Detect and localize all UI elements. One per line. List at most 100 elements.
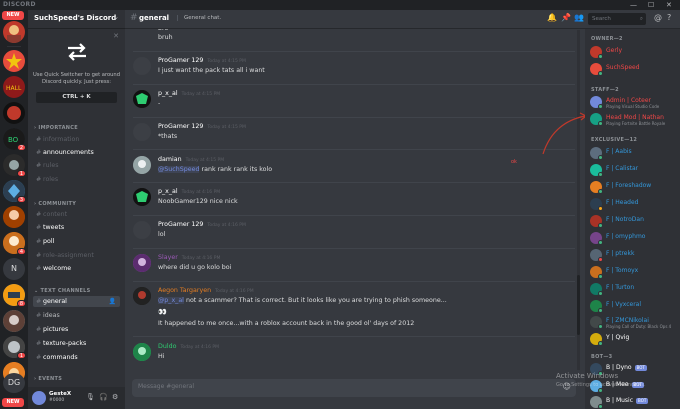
message-author[interactable]: damian Today at 4:15 PM (158, 156, 224, 163)
member-item[interactable]: Y | Qvig (590, 332, 678, 347)
guild-avatar[interactable]: 3 (3, 180, 26, 203)
hash-icon: # (130, 13, 138, 23)
category-text-channels[interactable]: ⌄ TEXT CHANNELS (34, 288, 91, 294)
gear-icon[interactable]: ⚙ (112, 393, 118, 401)
message-author[interactable]: Slayer Today at 4:16 PM (158, 254, 220, 261)
member-item[interactable]: F | Foreshadow (590, 180, 678, 195)
close-icon[interactable]: ✕ (666, 1, 672, 9)
message-author[interactable]: ProGamer 129 Today at 4:15 PM (158, 123, 246, 130)
message-author[interactable]: ProGamer 129 Today at 4:15 PM (158, 57, 246, 64)
channel-general[interactable]: # general 👤 (33, 296, 120, 307)
message-input[interactable]: Message #general ☺ (132, 379, 576, 397)
category-label: COMMUNITY (38, 201, 77, 207)
at-icon[interactable]: @ (654, 13, 662, 22)
category-community[interactable]: › COMMUNITY (34, 201, 76, 207)
channel-content[interactable]: # content (33, 209, 120, 220)
member-item[interactable]: SuchSpeed (590, 62, 678, 77)
message-author[interactable]: ProGamer 129 Today at 4:16 PM (158, 221, 246, 228)
microphone-icon[interactable]: 🎙 (86, 393, 95, 401)
chevron-down-icon[interactable]: ⌄ (113, 13, 119, 21)
message-author[interactable]: p_x_al Today at 4:15 PM (158, 90, 220, 97)
avatar[interactable] (133, 254, 151, 272)
channel-role-assignment[interactable]: # role-assignment (33, 250, 120, 261)
guild-avatar[interactable]: BO 2 (3, 128, 26, 151)
member-item[interactable]: F | omyphmo (590, 231, 678, 246)
member-item[interactable]: B | Music BOT (590, 395, 678, 409)
guild-avatar[interactable]: 8 (3, 284, 26, 307)
message-list: bro bruh ProGamer 129Today at 4:15 PM I … (125, 29, 580, 374)
channel-welcome[interactable]: # welcome (33, 263, 120, 274)
channel-poll[interactable]: # poll (33, 236, 120, 247)
category-events[interactable]: › EVENTS (34, 376, 62, 382)
guild-avatar[interactable]: 1 (3, 154, 26, 177)
new-badge[interactable]: NEW (2, 11, 24, 20)
channel-commands[interactable]: # commands (33, 352, 120, 363)
avatar[interactable] (133, 221, 151, 239)
guild-n[interactable]: N (3, 258, 25, 280)
close-icon[interactable]: ✕ (113, 32, 119, 40)
channel-rules[interactable]: # rules (33, 160, 120, 171)
member-item[interactable]: Admin | Coteer Playing Visual Studio Cod… (590, 95, 678, 110)
message-text: bro (158, 29, 168, 32)
category-important[interactable]: › IMPORTANCE (34, 125, 78, 131)
avatar[interactable] (133, 343, 151, 361)
avatar[interactable] (133, 123, 151, 141)
avatar[interactable] (133, 90, 151, 108)
bell-icon[interactable]: 🔔 (547, 13, 557, 22)
channel-announcements[interactable]: # announcements (33, 147, 120, 158)
avatar[interactable] (133, 57, 151, 75)
avatar[interactable] (133, 188, 151, 206)
guild-avatar[interactable]: HALL (3, 76, 25, 98)
member-item[interactable]: F | ptrekk (590, 248, 678, 263)
member-item[interactable]: F | Tomoyx (590, 265, 678, 280)
member-item[interactable]: F | Vyxceral (590, 299, 678, 314)
member-item[interactable]: F | ZMCNikolai Playing Call of Duty: Blac… (590, 315, 678, 330)
member-name: F | Turton (606, 284, 635, 291)
pin-icon[interactable]: 📌 (561, 13, 571, 22)
headphones-icon[interactable]: 🎧 (99, 393, 108, 401)
guild-avatar[interactable] (3, 21, 25, 43)
message-author[interactable]: Duldo Today at 4:16 PM (158, 343, 219, 350)
member-item[interactable]: F | Aabis (590, 146, 678, 161)
maximize-icon[interactable]: ☐ (648, 1, 654, 9)
new-badge[interactable]: NEW (2, 398, 24, 407)
server-header[interactable]: SuchSpeed's Discord ⌄ (28, 10, 125, 29)
channel-tweets[interactable]: # tweets (33, 222, 120, 233)
member-item[interactable]: F | Calistar (590, 163, 678, 178)
author-name: ProGamer 129 (158, 123, 204, 130)
member-name: F | ptrekk (606, 250, 635, 257)
user-mention[interactable]: @SuchSpeed (158, 166, 200, 173)
minimize-icon[interactable]: — (630, 1, 637, 9)
guild-avatar[interactable] (3, 206, 25, 228)
channel-roles[interactable]: # roles (33, 174, 120, 185)
channel-texture-packs[interactable]: # texture-packs (33, 338, 120, 349)
hash-icon: # (36, 224, 42, 231)
channel-pictures[interactable]: # pictures (33, 324, 120, 335)
channel-ideas[interactable]: # ideas (33, 310, 120, 321)
member-item[interactable]: F | NotroDan (590, 214, 678, 229)
member-item[interactable]: F | Headed (590, 197, 678, 212)
guild-avatar[interactable] (3, 50, 25, 72)
guild-avatar[interactable]: 1 (3, 336, 26, 359)
avatar[interactable] (32, 391, 46, 405)
avatar[interactable] (133, 287, 151, 305)
category-label: EVENTS (38, 376, 63, 382)
scrollbar-thumb[interactable] (577, 275, 580, 335)
message-author[interactable]: p_x_al Today at 4:16 PM (158, 188, 220, 195)
guild-avatar[interactable]: 4 (3, 232, 26, 255)
user-mention[interactable]: @p_x_al (158, 297, 184, 304)
channel-information[interactable]: # information (33, 134, 120, 145)
message-author[interactable]: Aegon Targaryen Today at 4:16 PM (158, 287, 254, 294)
avatar[interactable] (133, 156, 151, 174)
guild-avatar[interactable] (3, 102, 25, 124)
member-item[interactable]: Gerly (590, 45, 678, 60)
members-icon[interactable]: 👥 (574, 13, 584, 22)
search-input[interactable]: Search ⌕ (588, 13, 646, 25)
guild-avatar[interactable] (3, 310, 25, 332)
message-divider (133, 84, 575, 85)
add-user-icon[interactable]: 👤 (109, 296, 116, 307)
member-item[interactable]: Head Mod | Nathan Playing Fortnite Battl… (590, 112, 678, 127)
help-icon[interactable]: ? (667, 13, 671, 22)
member-item[interactable]: F | Turton (590, 282, 678, 297)
guild-dg[interactable]: DG (3, 373, 25, 393)
